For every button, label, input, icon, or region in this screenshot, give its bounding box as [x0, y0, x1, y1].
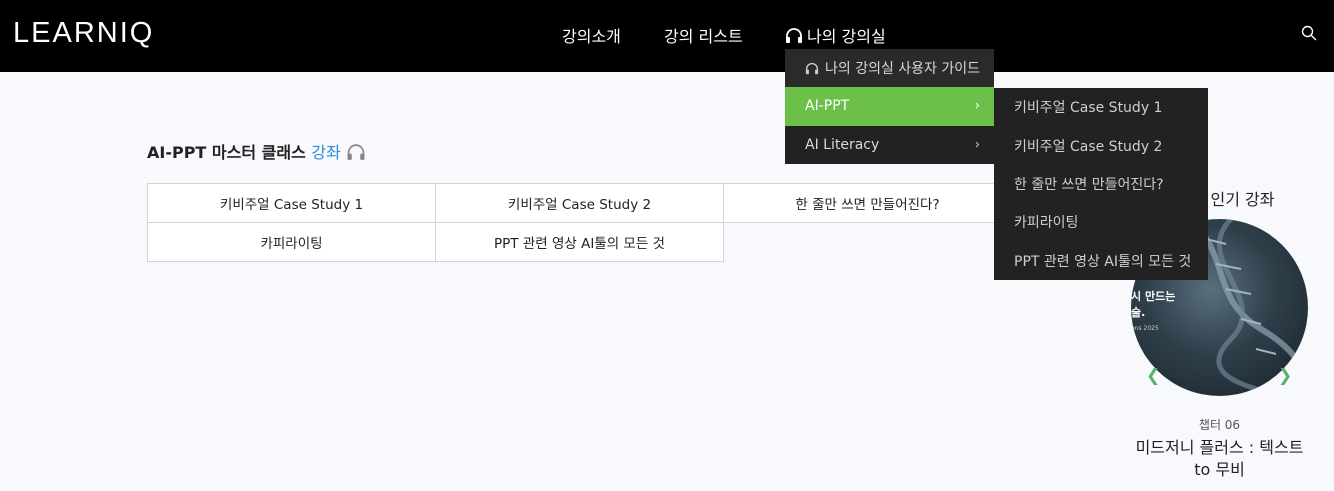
submenu-item[interactable]: 키비주얼 Case Study 2: [994, 126, 1208, 164]
headphones-icon: [805, 62, 819, 74]
headphones-icon: [786, 28, 802, 43]
site-logo[interactable]: LEARNIQ: [13, 17, 154, 50]
search-icon[interactable]: [1301, 25, 1317, 41]
lesson-cell[interactable]: 키비주얼 Case Study 1: [147, 183, 436, 223]
thumbnail-text: 시 만드는: [1131, 290, 1176, 303]
lesson-cell[interactable]: PPT 관련 영상 AI툴의 모든 것: [435, 222, 724, 262]
chevron-right-icon: ›: [974, 98, 980, 114]
dropdown-item-label: AI-PPT: [805, 98, 850, 115]
lesson-cell[interactable]: 키비주얼 Case Study 2: [435, 183, 724, 223]
dropdown-item-label: AI Literacy: [805, 136, 880, 153]
top-navigation-bar: LEARNIQ 강의소개 강의 리스트 나의 강의실: [0, 0, 1334, 72]
nav-my-classroom[interactable]: 나의 강의실: [785, 23, 886, 47]
carousel-next-icon[interactable]: ❯: [1278, 366, 1292, 386]
lesson-cell[interactable]: 카피라이팅: [147, 222, 436, 262]
submenu-item[interactable]: 한 줄만 쓰면 만들어진다?: [994, 165, 1208, 203]
dropdown-item-ai-literacy[interactable]: AI Literacy ›: [785, 125, 994, 164]
lesson-cell[interactable]: 한 줄만 쓰면 만들어진다?: [723, 183, 1012, 223]
submenu-item[interactable]: PPT 관련 영상 AI툴의 모든 것: [994, 242, 1208, 280]
nav-course-list[interactable]: 강의 리스트: [664, 23, 743, 47]
carousel-prev-icon[interactable]: ❮: [1146, 366, 1160, 386]
dropdown-item-label: 나의 강의실 사용자 가이드: [825, 61, 981, 77]
dropdown-item-user-guide[interactable]: 나의 강의실 사용자 가이드: [785, 49, 994, 87]
lecture-title[interactable]: 미드저니 플러스 : 텍스트 to 무비: [1126, 437, 1313, 481]
submenu-item[interactable]: 키비주얼 Case Study 1: [994, 88, 1208, 126]
nav-my-classroom-label: 나의 강의실: [807, 27, 886, 46]
thumbnail-text: 술.: [1131, 306, 1146, 319]
ai-ppt-submenu: 키비주얼 Case Study 1 키비주얼 Case Study 2 한 줄만…: [994, 88, 1208, 280]
thumbnail-caption: ons 2025: [1131, 325, 1159, 332]
chapter-label: 챕터 06: [1198, 418, 1241, 432]
my-classroom-dropdown: 나의 강의실 사용자 가이드 AI-PPT › AI Literacy ›: [785, 49, 994, 164]
submenu-item[interactable]: 카피라이팅: [994, 203, 1208, 241]
course-title-text: AI-PPT 마스터 클래스: [147, 143, 306, 162]
dropdown-item-ai-ppt[interactable]: AI-PPT ›: [785, 87, 994, 126]
course-title: AI-PPT 마스터 클래스 강좌: [147, 139, 366, 163]
nav-course-intro[interactable]: 강의소개: [562, 23, 621, 47]
course-title-accent: 강좌: [311, 143, 341, 162]
headphones-icon: [347, 144, 365, 160]
chevron-right-icon: ›: [974, 137, 980, 153]
